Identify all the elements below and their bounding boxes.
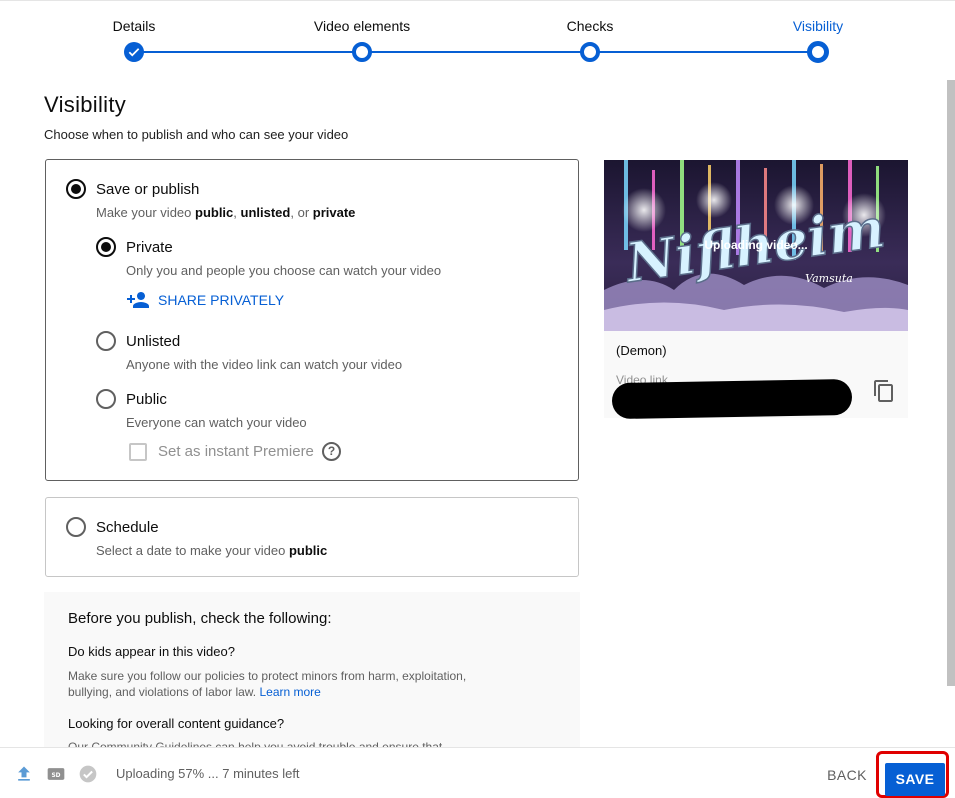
private-label: Private bbox=[126, 239, 173, 256]
publish-checklist: Before you publish, check the following:… bbox=[44, 592, 580, 748]
person-add-icon bbox=[127, 292, 149, 308]
public-radio[interactable] bbox=[96, 389, 116, 409]
thumbnail-subtitle-text: Vamsuta bbox=[805, 272, 853, 285]
step-circle-icon bbox=[807, 41, 829, 63]
save-or-publish-radio[interactable] bbox=[66, 179, 86, 199]
unlisted-label: Unlisted bbox=[126, 333, 181, 350]
unlisted-desc: Anyone with the video link can watch you… bbox=[126, 357, 403, 372]
schedule-desc: Select a date to make your video public bbox=[96, 543, 328, 558]
video-thumbnail[interactable]: Niflheim Vamsuta Uploading video... bbox=[604, 160, 908, 331]
step-label: Checks bbox=[566, 18, 614, 34]
back-button[interactable]: BACK bbox=[818, 759, 876, 791]
save-or-publish-label: Save or publish bbox=[96, 181, 200, 198]
instant-premiere-checkbox[interactable] bbox=[129, 443, 147, 461]
checks-complete-icon bbox=[79, 765, 97, 783]
copy-icon[interactable] bbox=[872, 379, 896, 403]
public-label: Public bbox=[126, 391, 167, 408]
step-label: Details bbox=[112, 18, 156, 34]
schedule-card: Schedule Select a date to make your vide… bbox=[45, 497, 579, 577]
save-highlight: SAVE bbox=[876, 751, 949, 798]
step-label: Visibility bbox=[792, 18, 844, 34]
checklist-paragraph: Make sure you follow our policies to pro… bbox=[68, 669, 467, 699]
save-button[interactable]: SAVE bbox=[885, 763, 945, 796]
page-subtitle: Choose when to publish and who can see y… bbox=[44, 127, 349, 142]
step-circle-icon bbox=[352, 42, 372, 62]
checklist-question: Looking for overall content guidance? bbox=[68, 716, 285, 731]
stepper: Details Video elements Checks Visibility bbox=[0, 0, 955, 80]
step-video-elements[interactable]: Video elements bbox=[292, 17, 432, 62]
svg-text:SD: SD bbox=[51, 773, 60, 779]
step-circle-icon bbox=[580, 42, 600, 62]
schedule-label: Schedule bbox=[96, 519, 159, 536]
scrollbar[interactable] bbox=[947, 80, 955, 686]
step-label: Video elements bbox=[313, 18, 411, 34]
redaction-mark bbox=[611, 378, 853, 420]
step-visibility[interactable]: Visibility bbox=[748, 17, 888, 63]
footer-bar: SD Uploading 57% ... 7 minutes left BACK… bbox=[0, 747, 955, 798]
page-title: Visibility bbox=[44, 92, 127, 117]
checklist-title: Before you publish, check the following: bbox=[68, 610, 332, 627]
private-desc: Only you and people you choose can watch… bbox=[126, 263, 442, 278]
save-or-publish-card: Save or publish Make your video public, … bbox=[45, 159, 579, 481]
help-icon[interactable]: ? bbox=[322, 442, 341, 461]
public-desc: Everyone can watch your video bbox=[126, 415, 307, 430]
processing-icon: SD bbox=[47, 768, 65, 780]
schedule-radio[interactable] bbox=[66, 517, 86, 537]
upload-icon bbox=[18, 766, 30, 781]
video-title: (Demon) bbox=[616, 343, 667, 358]
private-radio[interactable] bbox=[96, 237, 116, 257]
upload-overlay-text: Uploading video... bbox=[704, 238, 808, 252]
share-privately-button[interactable]: SHARE PRIVATELY bbox=[126, 288, 284, 312]
stepper-line bbox=[134, 51, 818, 53]
checklist-question: Do kids appear in this video? bbox=[68, 644, 235, 659]
learn-more-link[interactable]: Learn more bbox=[259, 685, 320, 699]
save-or-publish-desc: Make your video public, unlisted, or pri… bbox=[96, 205, 356, 220]
step-checks[interactable]: Checks bbox=[520, 17, 660, 62]
video-preview-panel: Niflheim Vamsuta Uploading video... (Dem… bbox=[604, 160, 908, 420]
instant-premiere-label: Set as instant Premiere bbox=[158, 443, 314, 460]
unlisted-radio[interactable] bbox=[96, 331, 116, 351]
step-details[interactable]: Details bbox=[64, 17, 204, 62]
check-icon bbox=[124, 42, 144, 62]
upload-status: Uploading 57% ... 7 minutes left bbox=[116, 766, 300, 781]
share-privately-label: SHARE PRIVATELY bbox=[158, 292, 285, 308]
